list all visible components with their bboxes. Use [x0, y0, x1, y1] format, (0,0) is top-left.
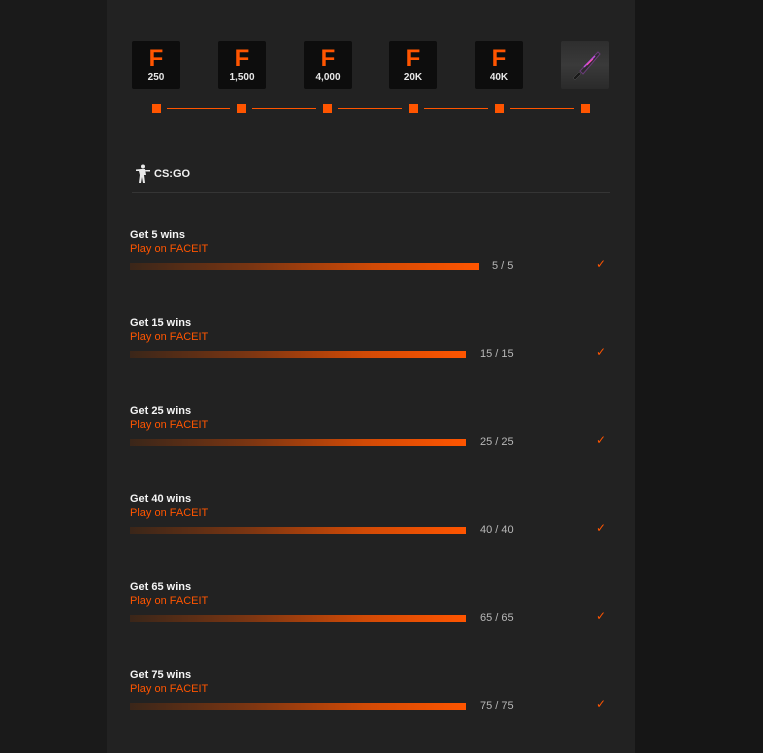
progress-segment	[510, 108, 574, 109]
reward-tile-250[interactable]: F 250	[132, 41, 180, 89]
checkmark-icon: ✓	[596, 257, 607, 271]
progress-node	[323, 104, 332, 113]
mission-item: Get 5 wins Play on FACEIT 5 / 5 ✓	[130, 229, 610, 289]
reward-amount: 40K	[489, 71, 509, 83]
mission-item: Get 40 wins Play on FACEIT 40 / 40 ✓	[130, 493, 610, 553]
mission-progress-count: 40 / 40	[480, 524, 514, 536]
mission-title: Get 5 wins	[130, 229, 186, 241]
mission-item: Get 15 wins Play on FACEIT 15 / 15 ✓	[130, 317, 610, 377]
mission-item: Get 25 wins Play on FACEIT 25 / 25 ✓	[130, 405, 610, 465]
mission-progress-bar	[130, 703, 466, 710]
mission-progress-count: 5 / 5	[492, 260, 514, 272]
mission-progress-count: 25 / 25	[480, 436, 514, 448]
mission-title: Get 25 wins	[130, 405, 192, 417]
game-section-header: CS:GO	[132, 160, 610, 193]
knife-skin-icon	[572, 51, 601, 81]
cs-go-player-icon	[136, 164, 150, 183]
progress-node	[152, 104, 161, 113]
mission-item: Get 75 wins Play on FACEIT 75 / 75 ✓	[130, 669, 610, 729]
faceit-points-icon: F	[405, 44, 421, 72]
page-background-left	[0, 0, 107, 753]
game-name: CS:GO	[154, 168, 191, 180]
mission-title: Get 75 wins	[130, 669, 192, 681]
reward-tile-40k[interactable]: F 40K	[475, 41, 523, 89]
reward-amount: 4,000	[315, 71, 341, 83]
checkmark-icon: ✓	[596, 697, 607, 711]
checkmark-icon: ✓	[596, 345, 607, 359]
progress-segment	[424, 108, 488, 109]
progress-node	[409, 104, 418, 113]
mission-progress-bar	[130, 527, 466, 534]
faceit-points-icon: F	[148, 44, 164, 72]
mission-progress-count: 15 / 15	[480, 348, 514, 360]
mission-subtitle[interactable]: Play on FACEIT	[130, 331, 208, 343]
page-background-right	[635, 0, 763, 753]
reward-amount: 1,500	[229, 71, 255, 83]
mission-progress-count: 65 / 65	[480, 612, 514, 624]
mission-subtitle[interactable]: Play on FACEIT	[130, 243, 208, 255]
mission-title: Get 65 wins	[130, 581, 192, 593]
faceit-points-icon: F	[320, 44, 336, 72]
mission-title: Get 40 wins	[130, 493, 192, 505]
faceit-points-icon: F	[234, 44, 250, 72]
reward-tile-1500[interactable]: F 1,500	[218, 41, 266, 89]
mission-subtitle[interactable]: Play on FACEIT	[130, 507, 208, 519]
reward-tile-4000[interactable]: F 4,000	[304, 41, 352, 89]
reward-row: F 250 F 1,500 F 4,000 F 20K F 40K	[132, 41, 610, 89]
checkmark-icon: ✓	[596, 521, 607, 535]
mission-subtitle[interactable]: Play on FACEIT	[130, 683, 208, 695]
missions-panel: F 250 F 1,500 F 4,000 F 20K F 40K CS:GO …	[107, 0, 635, 753]
mission-progress-bar	[130, 351, 466, 358]
progress-segment	[338, 108, 402, 109]
mission-progress-bar	[130, 615, 466, 622]
progress-segment	[252, 108, 316, 109]
progress-node	[237, 104, 246, 113]
reward-tile-knife[interactable]	[561, 41, 609, 89]
reward-amount: 250	[147, 71, 165, 83]
faceit-points-icon: F	[491, 44, 507, 72]
progress-node	[581, 104, 590, 113]
mission-progress-bar	[130, 439, 466, 446]
reward-amount: 20K	[403, 71, 423, 83]
mission-subtitle[interactable]: Play on FACEIT	[130, 419, 208, 431]
mission-title: Get 15 wins	[130, 317, 192, 329]
reward-progress-track	[152, 102, 595, 114]
mission-subtitle[interactable]: Play on FACEIT	[130, 595, 208, 607]
checkmark-icon: ✓	[596, 609, 607, 623]
progress-node	[495, 104, 504, 113]
reward-tile-20k[interactable]: F 20K	[389, 41, 437, 89]
progress-segment	[167, 108, 230, 109]
mission-item: Get 65 wins Play on FACEIT 65 / 65 ✓	[130, 581, 610, 641]
checkmark-icon: ✓	[596, 433, 607, 447]
mission-progress-bar	[130, 263, 479, 270]
mission-progress-count: 75 / 75	[480, 700, 514, 712]
